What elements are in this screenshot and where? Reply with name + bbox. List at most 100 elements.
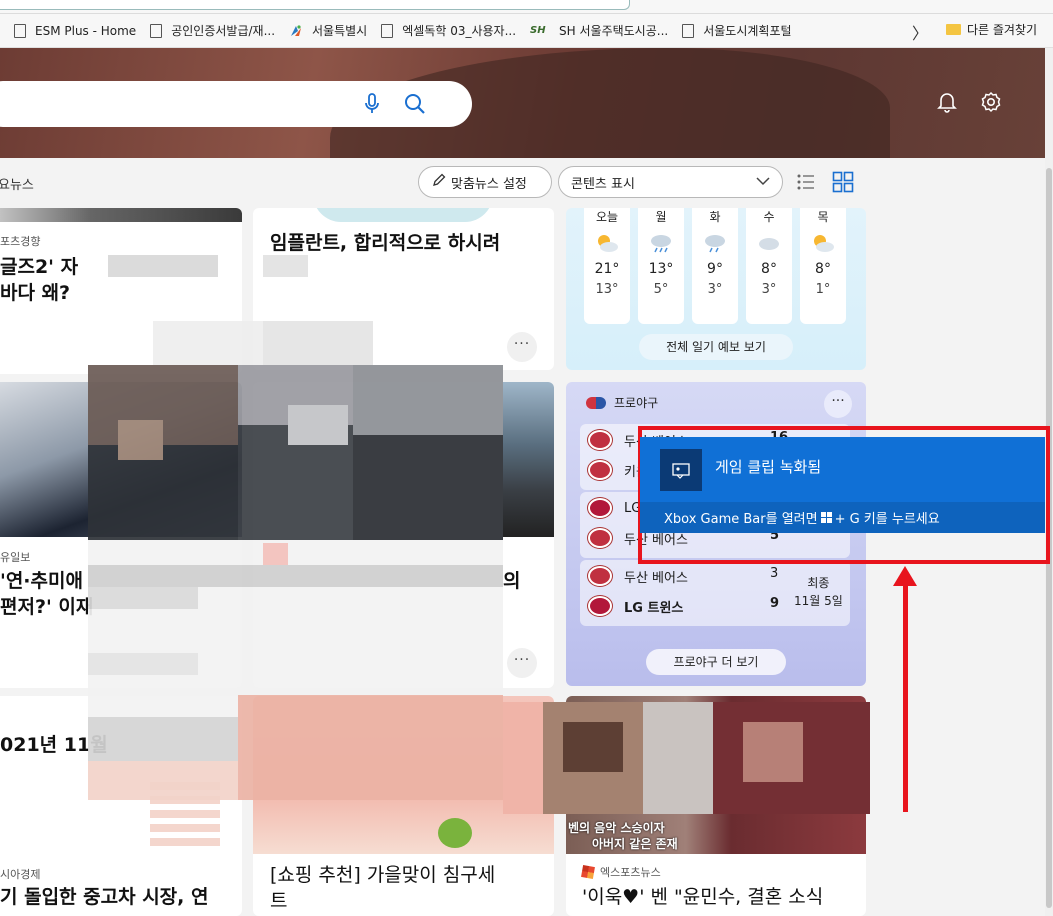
weather-day: 수 8° 3° xyxy=(746,208,792,324)
baseball-title: 프로야구 xyxy=(614,396,659,410)
team-name: LG 트윈스 xyxy=(624,600,684,616)
other-favorites-label: 다른 즐겨찾기 xyxy=(967,23,1038,37)
partly-sunny-icon xyxy=(595,233,619,253)
grid-view-icon[interactable] xyxy=(832,171,854,197)
page-icon xyxy=(682,23,695,38)
bookmark-label: 엑셀독학 03_사용자... xyxy=(402,24,517,38)
team-logo xyxy=(588,528,612,548)
bookmark-seoul[interactable]: 서울특별시 xyxy=(289,22,367,39)
weather-high: 13° xyxy=(648,261,674,277)
news-source: 포츠경향 xyxy=(0,235,41,248)
news-title-line: '연·추미애 xyxy=(0,570,83,592)
weather-low: 3° xyxy=(761,282,777,297)
news-thumbnail xyxy=(313,208,493,222)
annotation-arrow-shaft xyxy=(903,580,908,812)
content-select-value: 콘텐츠 표시 xyxy=(571,176,635,192)
team-logo xyxy=(588,430,612,450)
weather-low: 13° xyxy=(595,282,619,297)
news-title-line: 바다 왜? xyxy=(0,282,71,304)
folder-icon xyxy=(946,24,961,35)
address-bar-edge xyxy=(0,0,630,10)
hero-banner xyxy=(0,48,1045,158)
team-row: LG 트윈스 xyxy=(588,596,683,616)
weather-day-label: 목 xyxy=(817,210,829,224)
notification-title: 게임 클립 녹화됨 xyxy=(715,458,822,476)
bookmark-esm[interactable]: ESM Plus - Home xyxy=(14,23,137,38)
weather-low: 3° xyxy=(707,282,723,297)
message-text: + G 키를 누르세요 xyxy=(834,512,940,527)
team-score: 9 xyxy=(770,596,780,611)
team-logo xyxy=(588,566,612,586)
bookmark-label: 서울도시계획포털 xyxy=(703,24,792,38)
weather-day: 화 9° 3° xyxy=(692,208,738,324)
mic-icon[interactable] xyxy=(365,93,379,119)
bookmark-sh[interactable]: SH SH 서울주택도시공... xyxy=(530,22,668,39)
card-more-button[interactable]: ··· xyxy=(507,332,537,362)
weather-high: 8° xyxy=(761,261,777,277)
weather-low: 1° xyxy=(815,282,831,297)
pixelated-overlay xyxy=(503,702,870,814)
final-label: 최종 xyxy=(807,576,830,590)
bell-icon[interactable] xyxy=(937,91,957,117)
rain-cloud-icon xyxy=(703,233,727,253)
page-icon xyxy=(150,23,163,38)
sh-icon: SH xyxy=(530,24,546,36)
weather-day-label: 수 xyxy=(763,210,775,224)
news-title-line: 편저?' 이재 xyxy=(0,596,94,618)
bookmark-excel[interactable]: 엑셀독학 03_사용자... xyxy=(381,22,516,39)
search-icon[interactable] xyxy=(404,93,426,119)
full-forecast-button[interactable]: 전체 일기 예보 보기 xyxy=(639,334,793,360)
caption-line: 아버지 같은 존재 xyxy=(592,837,678,851)
windows-logo-icon xyxy=(820,512,832,523)
bookmark-label: 서울특별시 xyxy=(312,24,368,38)
kbo-logo xyxy=(586,396,606,409)
bookmark-label: SH 서울주택도시공... xyxy=(559,24,669,38)
game-score[interactable]: 두산 베어스 3 LG 트윈스 9 최종 11월 5일 xyxy=(580,560,850,626)
search-input[interactable] xyxy=(0,81,472,127)
weather-low: 5° xyxy=(653,282,669,297)
news-title-line: 트 xyxy=(270,890,288,912)
game-bar-notification[interactable]: 게임 클립 녹화됨 Xbox Game Bar를 열려면 + G 키를 누르세요 xyxy=(640,437,1045,533)
weather-day-label: 화 xyxy=(709,210,721,224)
seoul-icon xyxy=(289,24,303,38)
message-text: Xbox Game Bar를 열려면 xyxy=(664,512,818,527)
personalize-button[interactable]: 맞춤뉴스 설정 xyxy=(418,166,552,198)
gear-icon[interactable] xyxy=(980,91,1002,117)
weather-day: 오늘 21° 13° xyxy=(584,208,630,324)
news-source-label: 엑스포츠뉴스 xyxy=(600,866,661,879)
more-baseball-button[interactable]: 프로야구 더 보기 xyxy=(646,649,786,675)
bookmarks-overflow-chevron-icon[interactable]: 〉 xyxy=(912,20,928,44)
pencil-icon xyxy=(431,172,447,192)
weather-day: 목 8° 1° xyxy=(800,208,846,324)
cloud-icon xyxy=(757,233,781,253)
page-icon xyxy=(14,23,26,38)
bookmark-label: ESM Plus - Home xyxy=(35,23,137,38)
news-source: 시아경제 xyxy=(0,868,41,881)
team-name: 두산 베어스 xyxy=(624,570,688,586)
news-title-line: '이욱♥' 벤 "윤민수, 결혼 소식 xyxy=(582,886,824,908)
section-title: 요뉴스 xyxy=(0,178,34,193)
bookmark-cert[interactable]: 공인인증서발급/재... xyxy=(150,22,275,39)
other-favorites[interactable]: 다른 즐겨찾기 xyxy=(946,21,1037,38)
content-display-select[interactable]: 콘텐츠 표시 xyxy=(558,166,783,198)
bookmark-urban-planning[interactable]: 서울도시계획포털 xyxy=(682,22,792,39)
rain-cloud-icon xyxy=(649,233,673,253)
team-row: 두산 베어스 xyxy=(588,566,688,586)
partly-sunny-icon xyxy=(811,233,835,253)
weather-high: 9° xyxy=(707,261,723,277)
weather-day: 월 13° 5° xyxy=(638,208,684,324)
team-logo xyxy=(588,596,612,616)
widget-more-button[interactable]: ··· xyxy=(824,390,852,418)
weather-high: 8° xyxy=(815,261,831,277)
game-clip-icon xyxy=(660,449,702,491)
news-title: 임플란트, 합리적으로 하시려 xyxy=(270,232,501,254)
team-score: 3 xyxy=(770,566,779,581)
thumbnail-caption: 벤의 음악 스승이자 아버지 같은 존재 xyxy=(568,820,678,852)
apple-image xyxy=(438,818,472,848)
final-date: 11월 5일 xyxy=(794,594,843,608)
source-logo-icon xyxy=(581,865,595,879)
news-thumbnail xyxy=(503,382,554,537)
card-more-button[interactable]: ··· xyxy=(507,648,537,678)
list-view-icon[interactable] xyxy=(796,173,816,195)
weather-high: 21° xyxy=(594,261,620,277)
